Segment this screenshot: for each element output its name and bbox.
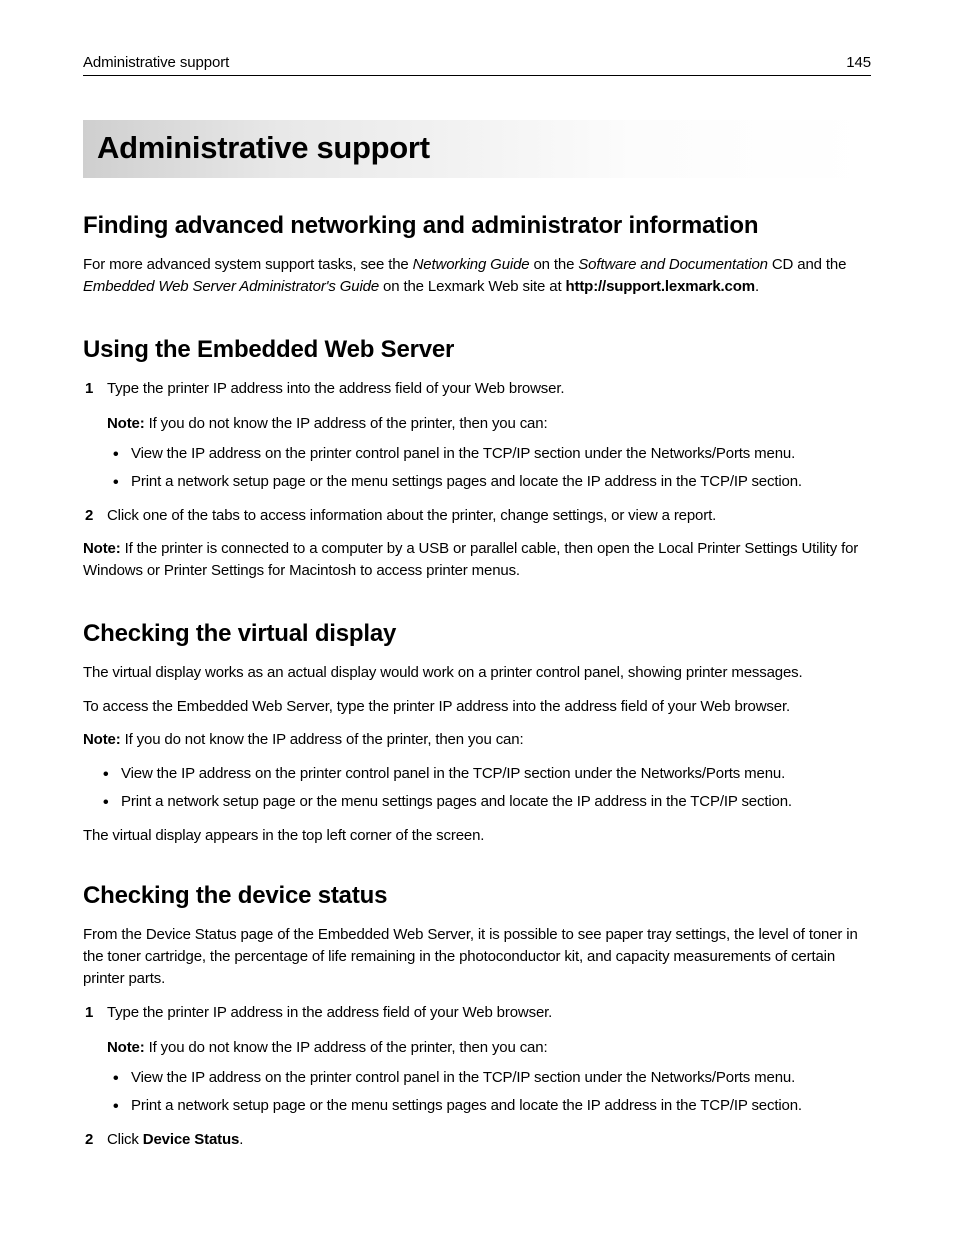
italic-text: Networking Guide <box>413 256 530 273</box>
device-bullets: View the IP address on the printer contr… <box>107 1067 871 1117</box>
note-label: Note: <box>107 1039 145 1056</box>
bullet-item: Print a network setup page or the menu s… <box>97 791 871 813</box>
bullet-item: View the IP address on the printer contr… <box>107 1067 871 1089</box>
note-label: Note: <box>83 540 121 557</box>
header-section-name: Administrative support <box>83 54 229 71</box>
bullet-item: View the IP address on the printer contr… <box>97 763 871 785</box>
bullet-item: Print a network setup page or the menu s… <box>107 1095 871 1117</box>
italic-text: Software and Documentation <box>578 256 768 273</box>
device-steps: Type the printer IP address in the addre… <box>83 1002 871 1151</box>
bullet-item: Print a network setup page or the menu s… <box>107 471 871 493</box>
bold-text: Device Status <box>143 1131 239 1148</box>
note-text: If you do not know the IP address of the… <box>145 415 548 432</box>
step-text: . <box>239 1131 243 1148</box>
para-virtual-note: Note: If you do not know the IP address … <box>83 729 871 751</box>
bullet-item: View the IP address on the printer contr… <box>107 443 871 465</box>
heading-finding: Finding advanced networking and administ… <box>83 212 871 240</box>
para-ews-note: Note: If the printer is connected to a c… <box>83 538 871 582</box>
chapter-title: Administrative support <box>83 120 871 178</box>
note-label: Note: <box>107 415 145 432</box>
text-span: CD and the <box>768 256 846 273</box>
page-header: Administrative support 145 <box>83 54 871 76</box>
note-text: If the printer is connected to a compute… <box>83 540 858 579</box>
ews-steps: Type the printer IP address into the add… <box>83 378 871 527</box>
step-item: Type the printer IP address into the add… <box>83 378 871 493</box>
step-text: Click <box>107 1131 143 1148</box>
para-virtual-2: To access the Embedded Web Server, type … <box>83 696 871 718</box>
heading-device: Checking the device status <box>83 882 871 910</box>
ews-bullets: View the IP address on the printer contr… <box>107 443 871 493</box>
url-text: http://support.lexmark.com <box>565 278 754 295</box>
text-span: on the Lexmark Web site at <box>379 278 565 295</box>
italic-text: Embedded Web Server Administrator's Guid… <box>83 278 379 295</box>
text-span: . <box>755 278 759 295</box>
step-item: Type the printer IP address in the addre… <box>83 1002 871 1117</box>
step-text: Type the printer IP address in the addre… <box>107 1004 552 1021</box>
heading-ews: Using the Embedded Web Server <box>83 336 871 364</box>
virtual-bullets: View the IP address on the printer contr… <box>97 763 871 813</box>
header-page-number: 145 <box>846 54 871 71</box>
note-text: If you do not know the IP address of the… <box>145 1039 548 1056</box>
step-text: Click one of the tabs to access informat… <box>107 507 716 524</box>
step-text: Type the printer IP address into the add… <box>107 380 564 397</box>
note-block: Note: If you do not know the IP address … <box>107 413 871 435</box>
para-finding: For more advanced system support tasks, … <box>83 254 871 298</box>
step-item: Click Device Status. <box>83 1129 871 1151</box>
step-item: Click one of the tabs to access informat… <box>83 505 871 527</box>
text-span: For more advanced system support tasks, … <box>83 256 413 273</box>
document-page: Administrative support 145 Administrativ… <box>0 0 954 1235</box>
para-virtual-3: The virtual display appears in the top l… <box>83 825 871 847</box>
note-text: If you do not know the IP address of the… <box>121 731 524 748</box>
heading-virtual: Checking the virtual display <box>83 620 871 648</box>
para-device-1: From the Device Status page of the Embed… <box>83 924 871 989</box>
text-span: on the <box>529 256 578 273</box>
para-virtual-1: The virtual display works as an actual d… <box>83 662 871 684</box>
note-block: Note: If you do not know the IP address … <box>107 1037 871 1059</box>
note-label: Note: <box>83 731 121 748</box>
